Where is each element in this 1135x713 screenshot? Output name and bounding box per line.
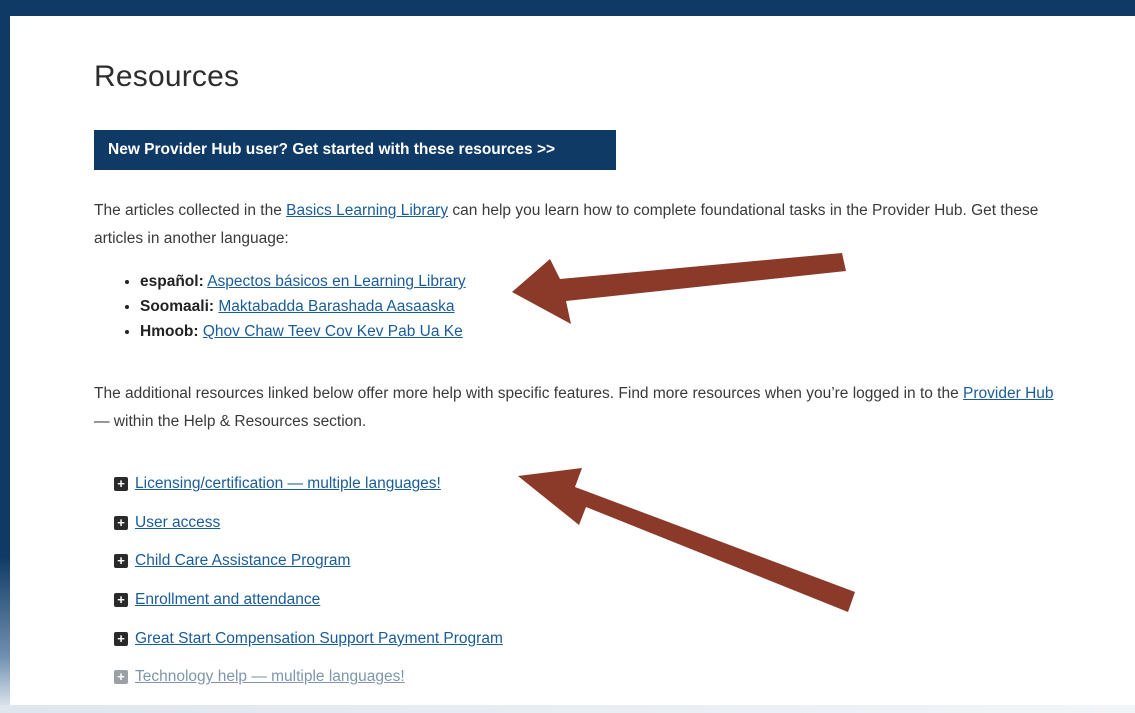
list-item: Hmoob: Qhov Chaw Teev Cov Kev Pab Ua Ke [140, 319, 466, 344]
plus-box-icon[interactable]: + [114, 554, 128, 569]
language-label: Soomaali: [140, 298, 215, 315]
language-list: español: Aspectos básicos en Learning Li… [114, 269, 466, 344]
accordion-item-label[interactable]: Licensing/certification — multiple langu… [135, 475, 441, 493]
plus-box-icon[interactable]: + [114, 477, 128, 492]
language-label: Hmoob: [140, 323, 199, 340]
accordion-item-great-start[interactable]: + Great Start Compensation Support Payme… [114, 619, 503, 658]
additional-text-after: — within the Help & Resources section. [94, 413, 367, 430]
resources-accordion: + Licensing/certification — multiple lan… [114, 465, 503, 697]
list-item: Soomaali: Maktabadda Barashada Aasaaska [140, 294, 466, 319]
accordion-item-label[interactable]: Child Care Assistance Program [135, 552, 350, 570]
list-item: español: Aspectos básicos en Learning Li… [140, 269, 466, 294]
page-title: Resources [94, 60, 240, 93]
somali-library-link[interactable]: Maktabadda Barashada Aasaaska [218, 298, 454, 315]
accordion-item-label[interactable]: Enrollment and attendance [135, 591, 320, 609]
provider-hub-link[interactable]: Provider Hub [963, 385, 1053, 402]
plus-box-icon[interactable]: + [114, 515, 128, 530]
accordion-item-user-access[interactable]: + User access [114, 504, 503, 543]
plus-box-icon[interactable]: + [114, 670, 128, 685]
intro-text-before: The articles collected in the [94, 202, 287, 219]
accordion-item-licensing[interactable]: + Licensing/certification — multiple lan… [114, 465, 503, 504]
window-frame-bottom [0, 705, 1135, 713]
window-frame-top [0, 0, 1135, 16]
plus-box-icon[interactable]: + [114, 631, 128, 646]
window-frame-left [0, 0, 10, 713]
language-label: español: [140, 273, 204, 290]
accordion-item-ccap[interactable]: + Child Care Assistance Program [114, 542, 503, 581]
get-started-button[interactable]: New Provider Hub user? Get started with … [94, 130, 616, 170]
accordion-item-label[interactable]: User access [135, 514, 220, 532]
accordion-item-label[interactable]: Technology help — multiple languages! [135, 668, 405, 686]
hmong-library-link[interactable]: Qhov Chaw Teev Cov Kev Pab Ua Ke [203, 323, 463, 340]
arrow-icon [512, 253, 846, 324]
accordion-item-label[interactable]: Great Start Compensation Support Payment… [135, 630, 503, 648]
spanish-library-link[interactable]: Aspectos básicos en Learning Library [207, 273, 465, 290]
plus-box-icon[interactable]: + [114, 593, 128, 608]
accordion-item-enrollment[interactable]: + Enrollment and attendance [114, 581, 503, 620]
additional-text-before: The additional resources linked below of… [94, 385, 964, 402]
intro-paragraph: The articles collected in the Basics Lea… [94, 197, 1054, 253]
arrow-icon [518, 468, 855, 612]
additional-paragraph: The additional resources linked below of… [94, 380, 1054, 436]
accordion-item-technology[interactable]: + Technology help — multiple languages! [114, 658, 503, 697]
basics-learning-library-link[interactable]: Basics Learning Library [286, 202, 448, 219]
